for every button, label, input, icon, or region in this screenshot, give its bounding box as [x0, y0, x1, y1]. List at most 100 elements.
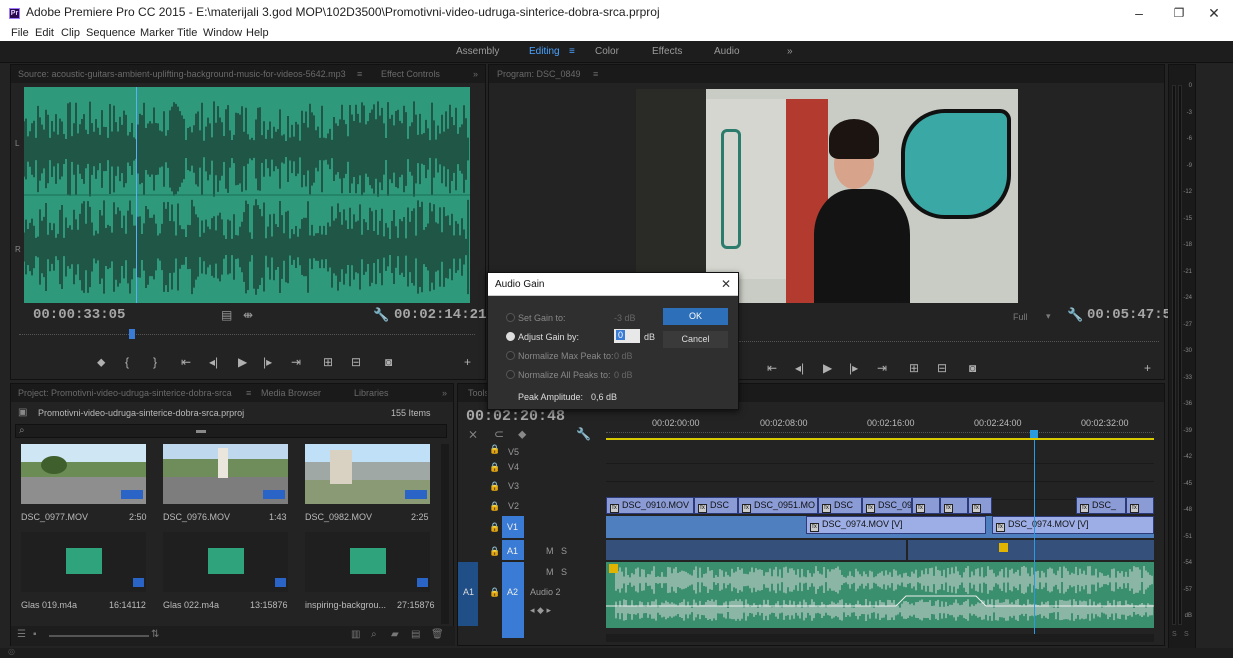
menu-sequence[interactable]: Sequence [86, 27, 136, 39]
clip-v1[interactable]: fx DSC_0974.MOV [V] [806, 516, 986, 534]
track-a1-solo[interactable]: S [561, 546, 567, 556]
tab-media-browser[interactable]: Media Browser [261, 388, 321, 398]
clip-v2[interactable]: fx [968, 497, 992, 514]
cancel-button[interactable]: Cancel [663, 331, 728, 348]
workspace-assembly[interactable]: Assembly [456, 46, 499, 57]
menu-window[interactable]: Window [203, 27, 242, 39]
tab-program[interactable]: Program: DSC_0849 [497, 69, 581, 79]
insert-icon[interactable]: ▤ [221, 308, 232, 322]
program-tab-menu-icon[interactable]: ≡ [593, 69, 598, 79]
fit-dropdown-icon[interactable]: ▾ [1046, 311, 1051, 322]
camera-icon[interactable]: ◙ [385, 355, 392, 369]
thumbnail-glas-022[interactable] [163, 532, 288, 592]
set-gain-radio[interactable] [506, 313, 515, 322]
automate-icon[interactable]: ▥ [351, 629, 360, 640]
project-tab-menu-icon[interactable]: ≡ [246, 388, 251, 398]
lock-icon[interactable]: 🔒 [489, 444, 500, 455]
lock-icon[interactable]: 🔒 [489, 481, 500, 492]
thumbnail-dsc-0977[interactable] [21, 444, 146, 504]
maximize-button[interactable]: ❐ [1168, 4, 1190, 22]
timeline-scrollbar[interactable] [606, 634, 1154, 642]
clip-v2[interactable]: fx DSC_0951.MO [738, 497, 818, 514]
workspace-audio[interactable]: Audio [714, 46, 740, 57]
lift-icon[interactable]: ⊞ [909, 361, 919, 375]
track-a2-solo[interactable]: S [561, 567, 567, 577]
source-current-time[interactable]: 00:00:33:05 [33, 307, 125, 323]
add-button-icon[interactable]: + [464, 355, 471, 369]
step-forward-icon[interactable]: |▸ [263, 355, 272, 369]
overwrite-clip-icon[interactable]: ⊟ [351, 355, 361, 369]
workspace-menu-icon[interactable]: ≡ [569, 46, 575, 57]
timeline-playhead[interactable] [1034, 440, 1035, 636]
new-bin-icon[interactable]: ▬ [196, 425, 206, 436]
clip-v2[interactable]: fx [940, 497, 968, 514]
menu-help[interactable]: Help [246, 27, 269, 39]
clip-v2[interactable]: fx DSC_0910.MOV [606, 497, 694, 514]
program-time-ruler[interactable] [739, 341, 1159, 345]
source-tab-menu-icon[interactable]: ≡ [357, 69, 362, 79]
timeline-ruler[interactable]: 00:02:00:00 00:02:08:00 00:02:16:00 00:0… [606, 412, 1154, 440]
menu-marker[interactable]: Marker [140, 27, 174, 39]
linked-selection-icon[interactable]: ⊂ [494, 427, 504, 441]
program-fit-select[interactable]: Full [1013, 312, 1028, 322]
program-step-back-icon[interactable]: ◂| [795, 361, 804, 375]
track-a2-target[interactable] [502, 562, 524, 638]
insert-clip-icon[interactable]: ⊞ [323, 355, 333, 369]
set-gain-value[interactable]: -3 dB [614, 313, 636, 323]
menu-edit[interactable]: Edit [35, 27, 54, 39]
program-wrench-icon[interactable]: 🔧 [1067, 307, 1083, 323]
close-button[interactable]: ✕ [1203, 4, 1225, 22]
project-search-input[interactable]: ⌕ ▬ [15, 424, 447, 438]
tab-effect-controls[interactable]: Effect Controls [381, 69, 440, 79]
tab-tools[interactable]: Tools [468, 388, 489, 398]
source-playhead[interactable] [135, 87, 137, 303]
meter-solo-left[interactable]: S [1172, 631, 1177, 638]
timeline-tracks-area[interactable]: fx DSC_0910.MOV fx DSC fx DSC_0951.MO fx DSC… [606, 440, 1154, 636]
icon-view-icon[interactable]: ▪ [33, 629, 37, 640]
find-icon[interactable]: ⌕ [371, 629, 377, 640]
mark-out-icon[interactable]: } [153, 355, 157, 369]
workspace-overflow-icon[interactable]: » [787, 46, 793, 57]
clip-v2[interactable]: fx [1126, 497, 1154, 514]
adjust-gain-input[interactable]: 0 [614, 329, 640, 343]
program-video-frame[interactable] [636, 89, 1018, 303]
tab-project[interactable]: Project: Promotivni-video-udruga-sinteri… [18, 388, 232, 398]
play-icon[interactable]: ▶ [238, 355, 247, 369]
sort-icon[interactable]: ⇅ [151, 629, 159, 640]
program-go-to-in-icon[interactable]: ⇤ [767, 361, 777, 375]
track-a2-mute[interactable]: M [546, 567, 554, 577]
meter-solo-right[interactable]: S [1184, 631, 1189, 638]
clip-v2[interactable]: fx DSC_09 [862, 497, 912, 514]
dialog-close-button[interactable]: ✕ [721, 277, 731, 291]
project-overflow-icon[interactable]: » [442, 388, 447, 398]
new-item-icon[interactable]: ▤ [411, 629, 420, 640]
program-play-icon[interactable]: ▶ [823, 361, 832, 375]
source-time-ruler[interactable] [19, 334, 475, 338]
lock-icon[interactable]: 🔒 [489, 501, 500, 512]
program-step-forward-icon[interactable]: |▸ [849, 361, 858, 375]
thumbnail-inspiring[interactable] [305, 532, 430, 592]
timeline-current-time[interactable]: 00:02:20:48 [466, 408, 565, 425]
normalize-all-value[interactable]: 0 dB [614, 370, 633, 380]
drag-audio-icon[interactable]: ⇼ [243, 308, 253, 322]
tab-libraries[interactable]: Libraries [354, 388, 389, 398]
thumbnail-dsc-0982[interactable] [305, 444, 430, 504]
workspace-editing[interactable]: Editing [529, 46, 560, 57]
track-a2-lane[interactable] [606, 562, 1154, 628]
new-bin-folder-icon[interactable]: ▰ [391, 629, 399, 640]
track-v4-lane[interactable] [606, 464, 1154, 482]
track-v5-lane[interactable] [606, 446, 1154, 464]
ok-button[interactable]: OK [663, 308, 728, 325]
add-marker-icon[interactable]: ⬥ [97, 355, 105, 370]
thumbnail-dsc-0976[interactable] [163, 444, 288, 504]
wrench-icon[interactable]: 🔧 [373, 307, 389, 323]
zoom-slider[interactable] [49, 635, 149, 637]
lock-icon[interactable]: 🔒 [489, 546, 500, 557]
clip-v2[interactable]: fx DSC [818, 497, 862, 514]
trash-icon[interactable]: 🗑 [431, 629, 444, 640]
lock-icon[interactable]: 🔒 [489, 462, 500, 473]
extract-icon[interactable]: ⊟ [937, 361, 947, 375]
list-view-icon[interactable]: ☰ [17, 629, 26, 640]
keyframe-nav-icon[interactable]: ◂ ◆ ▸ [530, 605, 551, 616]
source-ruler-playhead[interactable] [129, 329, 135, 339]
